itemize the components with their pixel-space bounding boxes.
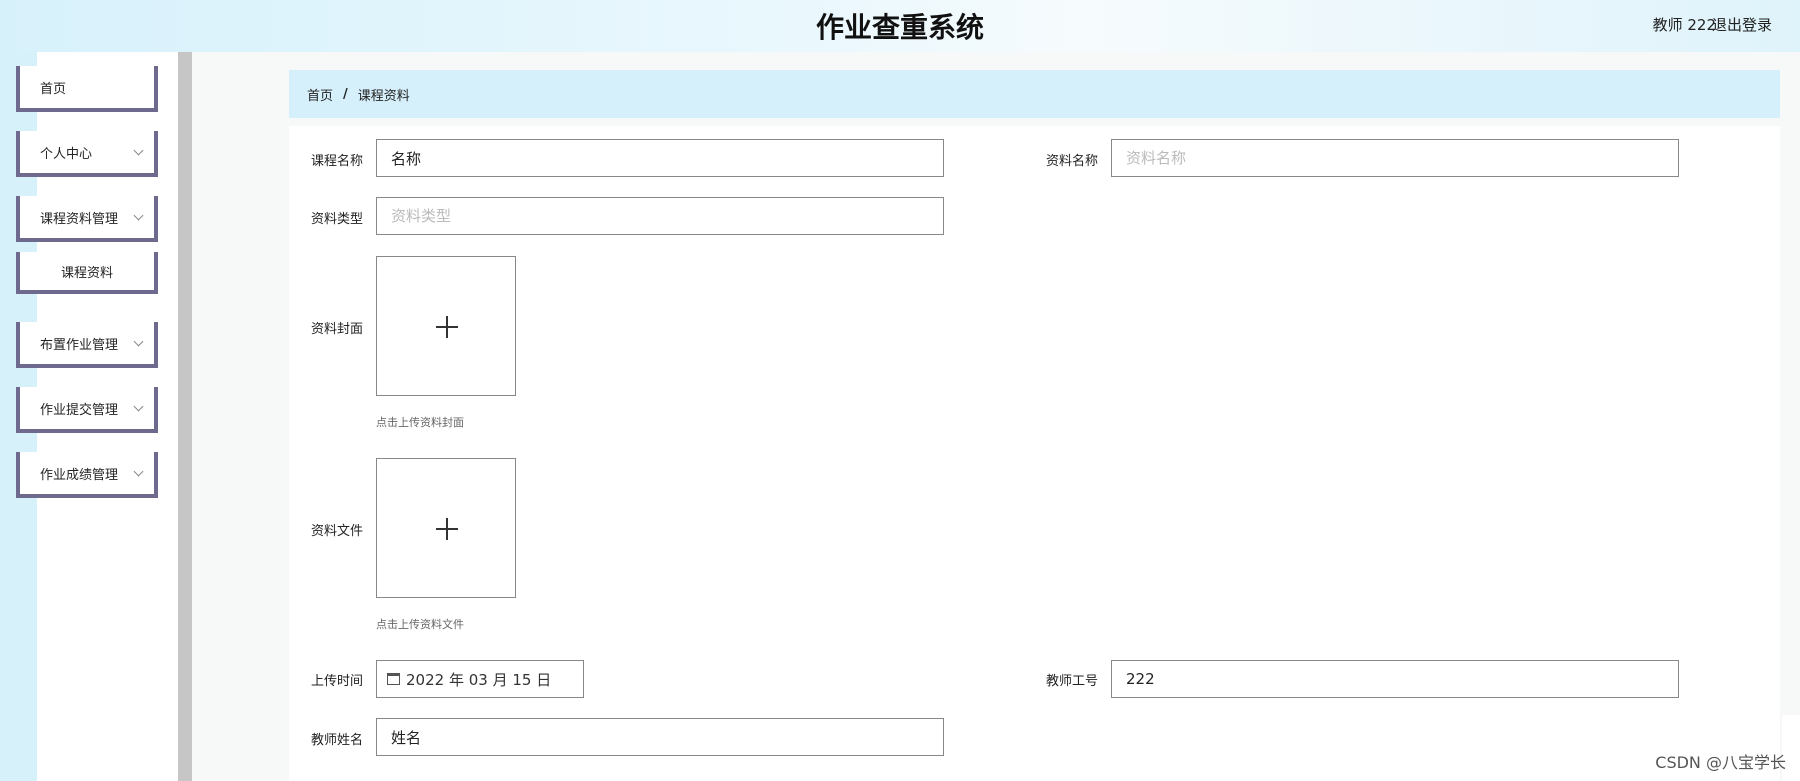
upload-time-picker[interactable]: 2022 年 03 月 15 日	[376, 660, 584, 698]
cover-upload-box[interactable]	[376, 256, 516, 396]
course-name-label: 课程名称	[311, 154, 364, 169]
logout-button[interactable]: 退出登录	[1712, 14, 1772, 35]
sidebar-item-label: 个人中心	[40, 146, 93, 162]
watermark: CSDN @八宝学长	[1655, 753, 1786, 772]
breadcrumb-current: 课程资料	[357, 88, 410, 104]
breadcrumb: 首页 / 课程资料	[289, 70, 1780, 118]
upload-time-label: 上传时间	[311, 674, 364, 689]
chevron-down-icon	[133, 336, 144, 347]
top-header: 作业查重系统 教师 222 退出登录	[0, 0, 1800, 52]
sidebar-item-course-material-management[interactable]: 课程资料管理	[16, 196, 158, 242]
chevron-down-icon	[133, 401, 144, 412]
cover-upload-hint: 点击上传资料封面	[376, 416, 464, 429]
sidebar-item-assign-homework-management[interactable]: 布置作业管理	[16, 322, 158, 368]
sidebar: 首页 个人中心 课程资料管理 课程资料 布置作业管理 作业提交管理 作业成绩管理	[0, 52, 192, 781]
chevron-down-icon	[133, 210, 144, 221]
sidebar-item-label: 作业提交管理	[40, 402, 119, 418]
teacher-name-input[interactable]	[376, 718, 944, 756]
material-type-label: 资料类型	[311, 212, 364, 227]
material-cover-label: 资料封面	[311, 322, 364, 337]
material-file-label: 资料文件	[311, 524, 364, 539]
file-upload-hint: 点击上传资料文件	[376, 618, 464, 631]
sidebar-item-label: 布置作业管理	[40, 337, 119, 353]
teacher-id-label: 教师工号	[1046, 674, 1099, 689]
material-name-input[interactable]	[1111, 139, 1679, 177]
teacher-name-label: 教师姓名	[311, 733, 364, 748]
material-name-label: 资料名称	[1046, 154, 1099, 169]
sidebar-item-label: 课程资料管理	[40, 211, 119, 227]
sidebar-item-homework-submission-management[interactable]: 作业提交管理	[16, 387, 158, 433]
file-upload-box[interactable]	[376, 458, 516, 598]
sidebar-item-label: 作业成绩管理	[40, 467, 119, 483]
sidebar-item-homework-grade-management[interactable]: 作业成绩管理	[16, 452, 158, 498]
material-form: 课程名称 资料名称 资料类型 资料封面 点击上传资料封面 资料文件 点击上传资料…	[289, 126, 1780, 781]
app-title: 作业查重系统	[815, 11, 984, 44]
sidebar-item-personal-center[interactable]: 个人中心	[16, 131, 158, 177]
current-user-label: 教师 222	[1652, 16, 1716, 34]
sidebar-item-label: 首页	[40, 81, 67, 97]
material-type-input[interactable]	[376, 197, 944, 235]
sidebar-item-home[interactable]: 首页	[16, 66, 158, 112]
calendar-icon	[387, 673, 400, 685]
breadcrumb-home[interactable]: 首页	[307, 85, 333, 104]
sidebar-subitem-course-material[interactable]: 课程资料	[16, 252, 158, 294]
teacher-id-input[interactable]	[1111, 660, 1679, 698]
chevron-down-icon	[133, 145, 144, 156]
chevron-down-icon	[133, 466, 144, 477]
sidebar-item-label: 课程资料	[60, 265, 113, 281]
upload-time-value: 2022 年 03 月 15 日	[406, 670, 552, 689]
course-name-input[interactable]	[376, 139, 944, 177]
breadcrumb-separator: /	[343, 86, 348, 102]
